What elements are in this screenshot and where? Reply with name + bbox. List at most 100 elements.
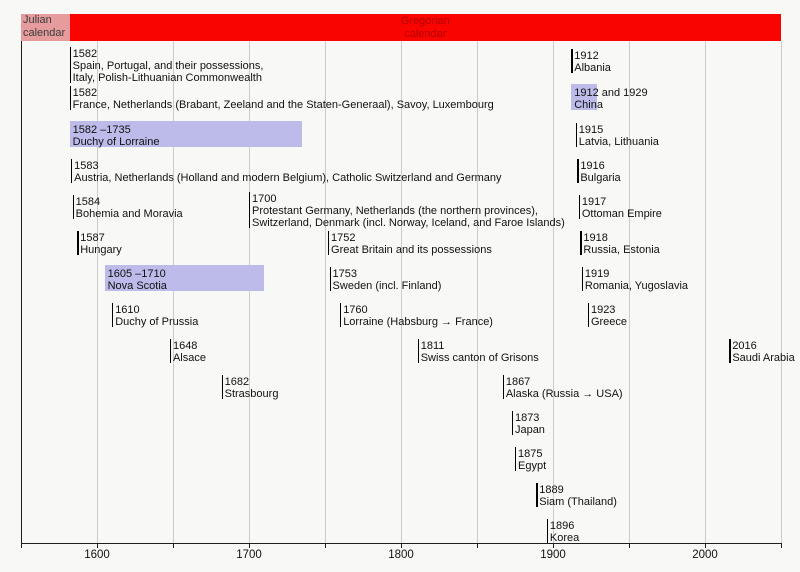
- entry-label: Russia, Estonia: [583, 244, 659, 256]
- entry-tick-mark: [515, 447, 516, 471]
- entry-label: Alaska (Russia → USA): [506, 388, 623, 400]
- gregorian-bar-label: Gregorian calendar: [401, 15, 450, 41]
- timeline-entry: 1648Alsace: [173, 340, 206, 364]
- entry-label: Bulgaria: [580, 172, 620, 184]
- entry-tick-mark: [547, 519, 548, 543]
- axis-tick-1950: [629, 543, 630, 548]
- entry-tick-mark: [580, 231, 581, 255]
- gregorian-bar-label-line1: Gregorian: [401, 15, 450, 28]
- julian-calendar-bar: Julian calendar: [21, 14, 70, 41]
- entry-tick-mark: [340, 303, 341, 327]
- entry-year: 1753: [333, 268, 442, 280]
- timeline-entry: 1915Latvia, Lithuania: [579, 124, 659, 148]
- axis-tick-2050: [781, 543, 782, 548]
- entry-year: 1917: [582, 196, 662, 208]
- entry-label: China: [574, 99, 647, 111]
- entry-year: 1582: [73, 87, 494, 99]
- entry-tick-mark: [577, 159, 578, 183]
- entry-label: Romania, Yugoslavia: [585, 280, 688, 292]
- timeline-entry: 1752Great Britain and its possessions: [331, 232, 492, 256]
- timeline-entry: 1889Siam (Thailand): [539, 484, 617, 508]
- entry-label: Egypt: [518, 460, 546, 472]
- entry-label: Albania: [574, 62, 611, 74]
- entry-tick-mark: [328, 231, 329, 255]
- entry-label: Ottoman Empire: [582, 208, 662, 220]
- entry-year: 1752: [331, 232, 492, 244]
- entry-label: Great Britain and its possessions: [331, 244, 492, 256]
- axis-tick-1800: [401, 543, 402, 548]
- entry-year: 1923: [591, 304, 627, 316]
- timeline-entry: 1867Alaska (Russia → USA): [506, 376, 623, 400]
- gridline-1900: [553, 41, 554, 543]
- entry-year: 1587: [80, 232, 122, 244]
- entry-label: Latvia, Lithuania: [579, 136, 659, 148]
- timeline-entry: 1582Spain, Portugal, and their possessio…: [73, 48, 264, 84]
- entry-year: 1584: [76, 196, 183, 208]
- entry-tick-mark: [249, 192, 250, 228]
- entry-label: Nova Scotia: [108, 280, 167, 292]
- entry-tick-mark: [77, 231, 78, 255]
- gridline-1650: [173, 41, 174, 543]
- entry-tick-mark: [70, 86, 71, 110]
- timeline-entry: 1753Sweden (incl. Finland): [333, 268, 442, 292]
- entry-tick-mark: [576, 123, 577, 147]
- timeline-entry: 1582France, Netherlands (Brabant, Zeelan…: [73, 87, 494, 111]
- julian-bar-label-line1: Julian: [23, 14, 70, 27]
- entry-year: 1873: [515, 412, 545, 424]
- entry-label: Duchy of Prussia: [115, 316, 198, 328]
- entry-year: 1605 –1710: [108, 268, 167, 280]
- julian-bar-label-line2: calendar: [23, 27, 70, 40]
- timeline-entry: 1587Hungary: [80, 232, 122, 256]
- entry-tick-mark: [112, 303, 113, 327]
- axis-tick-1550: [21, 543, 22, 548]
- entry-label: Lorraine (Habsburg → France): [343, 316, 493, 328]
- timeline-entry: 1811Swiss canton of Grisons: [421, 340, 539, 364]
- timeline-entry: 1923Greece: [591, 304, 627, 328]
- timeline-entry: 1700Protestant Germany, Netherlands (the…: [252, 193, 565, 229]
- entry-tick-mark: [579, 195, 580, 219]
- entry-tick-mark: [536, 483, 537, 507]
- gridline-2050: [781, 41, 782, 543]
- entry-label: Siam (Thailand): [539, 496, 617, 508]
- timeline-entry: 1760Lorraine (Habsburg → France): [343, 304, 493, 328]
- entry-tick-mark: [582, 267, 583, 291]
- gridline-1950: [629, 41, 630, 543]
- entry-label: Duchy of Lorraine: [73, 136, 160, 148]
- entry-year: 1811: [421, 340, 539, 352]
- entry-year: 1896: [550, 520, 579, 532]
- gridline-1750: [325, 41, 326, 543]
- entry-tick-mark: [512, 411, 513, 435]
- entry-year: 1919: [585, 268, 688, 280]
- entry-year: 1648: [173, 340, 206, 352]
- plot-left-border: [21, 14, 23, 543]
- timeline-entry: 2016Saudi Arabia: [732, 340, 794, 364]
- entry-label: Saudi Arabia: [732, 352, 794, 364]
- entry-label: Sweden (incl. Finland): [333, 280, 442, 292]
- entry-year: 1610: [115, 304, 198, 316]
- entry-tick-mark: [71, 159, 72, 183]
- entry-tick-mark: [170, 339, 171, 363]
- entry-tick-mark: [729, 339, 730, 363]
- entry-label: Bohemia and Moravia: [76, 208, 183, 220]
- gregorian-bar-label-line2: calendar: [401, 28, 450, 41]
- entry-tick-mark: [330, 267, 331, 291]
- axis-tick-2000: [705, 543, 706, 548]
- axis-tick-label-1900: 1900: [533, 549, 573, 561]
- entry-year: 1912: [574, 50, 611, 62]
- entry-label: Austria, Netherlands (Holland and modern…: [74, 172, 501, 184]
- timeline-entry: 1605 –1710Nova Scotia: [108, 268, 167, 292]
- entry-year: 1867: [506, 376, 623, 388]
- entry-label: Strasbourg: [225, 388, 279, 400]
- entry-tick-mark: [588, 303, 589, 327]
- entry-tick-mark: [503, 375, 504, 399]
- axis-tick-label-1700: 1700: [229, 549, 269, 561]
- gridline-1700: [249, 41, 250, 543]
- timeline-entry: 1682Strasbourg: [225, 376, 279, 400]
- timeline-entry: 1873Japan: [515, 412, 545, 436]
- timeline-entry: 1610Duchy of Prussia: [115, 304, 198, 328]
- timeline-entry: 1912 and 1929China: [574, 87, 647, 111]
- entry-year: 1915: [579, 124, 659, 136]
- entry-label: Alsace: [173, 352, 206, 364]
- timeline-entry: 1916Bulgaria: [580, 160, 620, 184]
- entry-label: Japan: [515, 424, 545, 436]
